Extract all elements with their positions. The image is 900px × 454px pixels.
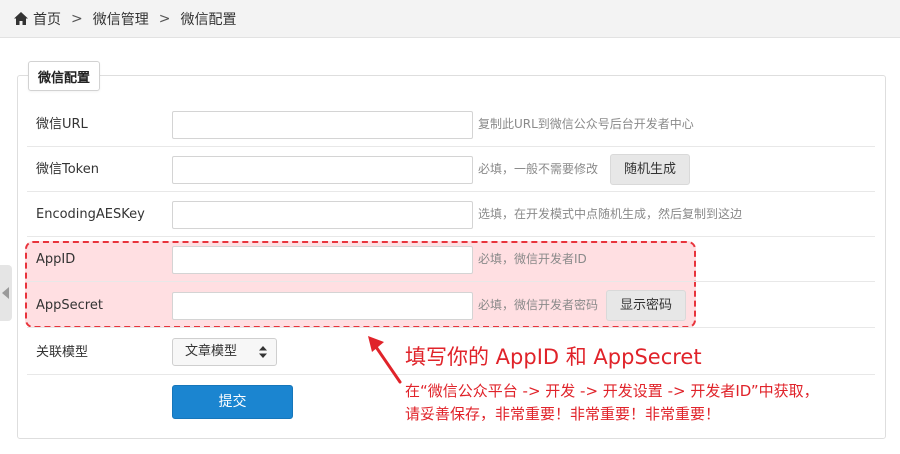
breadcrumb-home[interactable]: 首页 [33,9,61,29]
random-generate-button[interactable]: 随机生成 [610,154,691,185]
annotation-line-1: 在“微信公众平台 -> 开发 -> 开发设置 -> 开发者ID”中获取， [405,382,819,400]
token-input[interactable] [172,156,473,184]
chevron-left-icon [2,287,9,299]
form-row-token: 微信Token 必填，一般不需要修改 随机生成 [27,147,875,192]
model-select-value: 文章模型 [185,344,238,359]
submit-button[interactable]: 提交 [172,385,293,419]
model-select[interactable]: 文章模型 [172,338,277,366]
appid-label: AppID [36,252,76,267]
annotation-arrow-icon [368,336,402,384]
form-row-aeskey: EncodingAESKey 选填，在开发模式中点随机生成，然后复制到这边 [27,192,875,237]
panel-legend: 微信配置 [28,61,101,91]
form-row-appsecret: AppSecret 必填，微信开发者密码 显示密码 [27,283,875,328]
sidebar-toggle[interactable] [0,265,12,321]
show-password-button[interactable]: 显示密码 [606,290,687,321]
aeskey-hint: 选填，在开发模式中点随机生成，然后复制到这边 [478,207,743,221]
form-row-appid: AppID 必填，微信开发者ID [27,237,875,282]
url-label: 微信URL [36,117,88,132]
select-caret-icon [259,346,267,358]
appsecret-label: AppSecret [36,298,103,313]
url-input[interactable] [172,111,473,139]
breadcrumb-separator: > [158,10,171,27]
form-row-url: 微信URL 复制此URL到微信公众号后台开发者中心 [27,102,875,147]
breadcrumb-current: 微信配置 [180,11,237,28]
breadcrumb-wechat-management[interactable]: 微信管理 [93,9,149,29]
home-icon [14,12,28,25]
appid-hint: 必填，微信开发者ID [478,252,587,266]
aeskey-label: EncodingAESKey [36,207,145,222]
appsecret-hint: 必填，微信开发者密码 [478,298,599,312]
annotation-line-2: 请妥善保存，非常重要！非常重要！非常重要！ [405,405,721,423]
aeskey-input[interactable] [172,201,473,229]
token-hint: 必填，一般不需要修改 [478,162,599,176]
model-label: 关联模型 [36,345,89,360]
url-hint: 复制此URL到微信公众号后台开发者中心 [478,117,694,131]
breadcrumb: 首页 > 微信管理 > 微信配置 [0,0,900,38]
appid-input[interactable] [172,246,473,274]
breadcrumb-separator: > [71,10,83,27]
appsecret-input[interactable] [172,292,473,320]
token-label: 微信Token [36,162,99,177]
annotation-title: 填写你的 AppID 和 AppSecret [405,345,702,369]
